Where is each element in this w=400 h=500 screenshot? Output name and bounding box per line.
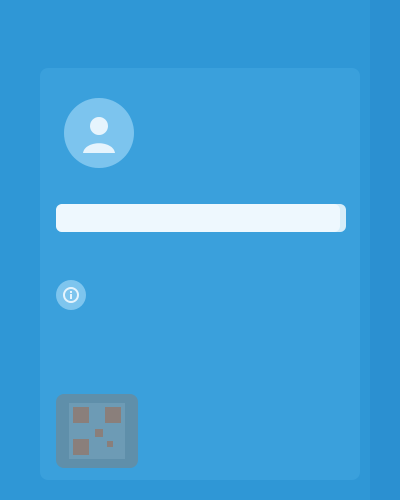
qr-code-icon <box>69 403 125 459</box>
info-row-1[interactable] <box>56 280 326 310</box>
user-icon <box>83 117 115 153</box>
avatar[interactable] <box>64 98 134 168</box>
top-menu-right[interactable] <box>258 22 340 46</box>
profile-text <box>174 96 354 112</box>
profile-header <box>56 86 356 206</box>
info-row-2[interactable] <box>56 336 326 366</box>
top-menu-left[interactable] <box>26 22 160 46</box>
qr-code[interactable] <box>56 394 138 468</box>
info-icon <box>56 280 86 310</box>
top-bar <box>0 0 400 66</box>
profile-card <box>40 68 360 480</box>
edge-band <box>370 0 400 500</box>
progress-fill <box>56 204 341 232</box>
progress-bar <box>56 204 346 232</box>
